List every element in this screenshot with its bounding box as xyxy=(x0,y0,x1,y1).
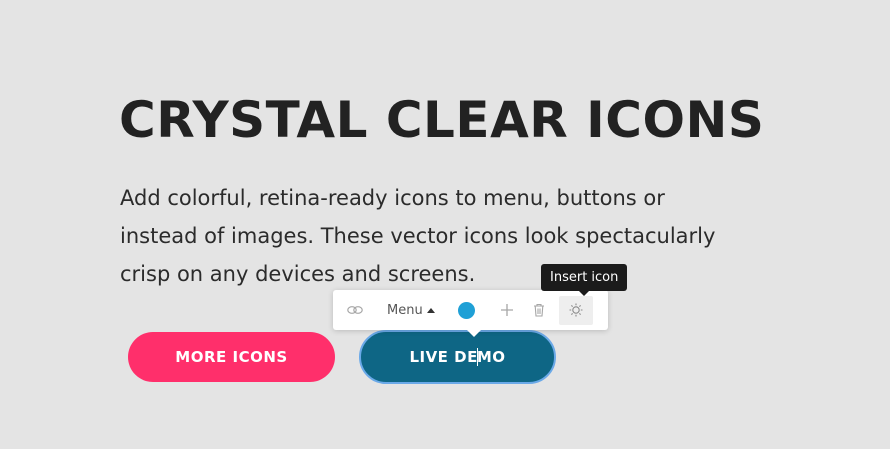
menu-dropdown[interactable]: Menu xyxy=(387,296,435,324)
insert-icon-tooltip: Insert icon xyxy=(541,264,628,296)
link-icon xyxy=(347,306,363,314)
hero-description-line: crisp on any devices and screens. xyxy=(120,262,476,286)
caret-up-icon xyxy=(426,307,435,313)
delete-button[interactable] xyxy=(529,296,549,324)
tooltip-text: Insert icon xyxy=(550,270,619,285)
more-icons-button-label: MORE ICONS xyxy=(175,348,288,366)
page-title: CRYSTAL CLEAR ICONS xyxy=(119,91,765,149)
more-icons-button[interactable]: MORE ICONS xyxy=(128,332,335,382)
hero-description-line: Add colorful, retina-ready icons to menu… xyxy=(120,186,665,210)
hero-description-line: instead of images. These vector icons lo… xyxy=(120,224,716,248)
live-demo-button[interactable]: LIVE DE MO xyxy=(359,330,556,384)
trash-icon xyxy=(533,303,544,317)
hero-description: Add colorful, retina-ready icons to menu… xyxy=(120,179,780,293)
inline-edit-toolbar: Menu xyxy=(333,290,608,337)
insert-icon-button[interactable] xyxy=(558,295,593,325)
color-picker[interactable] xyxy=(457,296,477,324)
live-demo-button-label-start: LIVE DE xyxy=(409,348,478,366)
sun-icon xyxy=(569,303,583,317)
live-demo-button-label-end: MO xyxy=(476,348,506,366)
menu-dropdown-label: Menu xyxy=(387,302,423,318)
plus-icon xyxy=(500,304,513,316)
color-swatch xyxy=(458,301,476,319)
link-button[interactable] xyxy=(343,296,367,324)
add-button[interactable] xyxy=(497,296,517,324)
